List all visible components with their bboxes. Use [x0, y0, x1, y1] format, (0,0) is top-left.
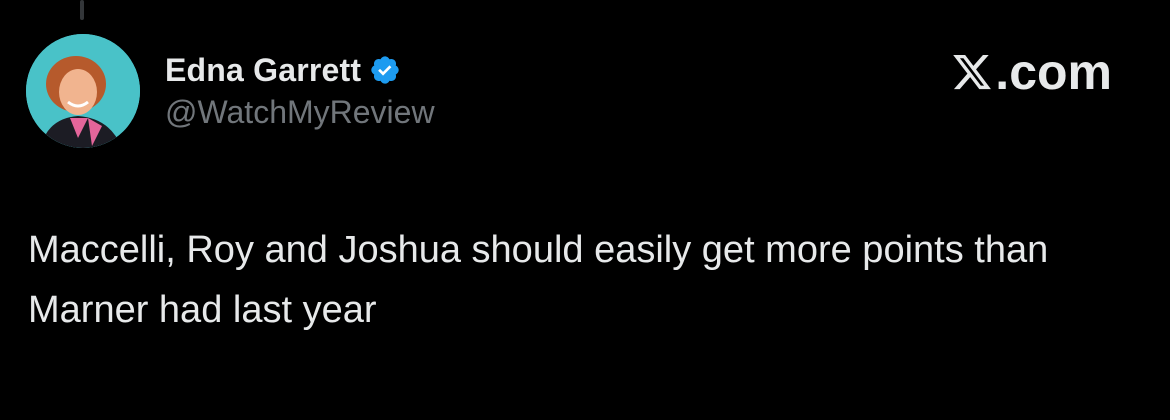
user-handle[interactable]: @WatchMyReview	[165, 94, 435, 131]
avatar[interactable]	[26, 34, 140, 148]
profile-photo-icon	[26, 34, 140, 148]
tweet-text: Maccelli, Roy and Joshua should easily g…	[28, 229, 1049, 331]
verified-badge-icon	[369, 54, 401, 86]
x-brand-logo: .com	[951, 44, 1112, 100]
brand-domain-suffix: .com	[995, 44, 1112, 100]
name-row: Edna Garrett	[165, 50, 435, 90]
thread-connector-line	[80, 0, 84, 20]
user-info: Edna Garrett @WatchMyReview	[165, 50, 435, 131]
display-name[interactable]: Edna Garrett	[165, 52, 361, 89]
x-logo-icon	[953, 54, 992, 90]
